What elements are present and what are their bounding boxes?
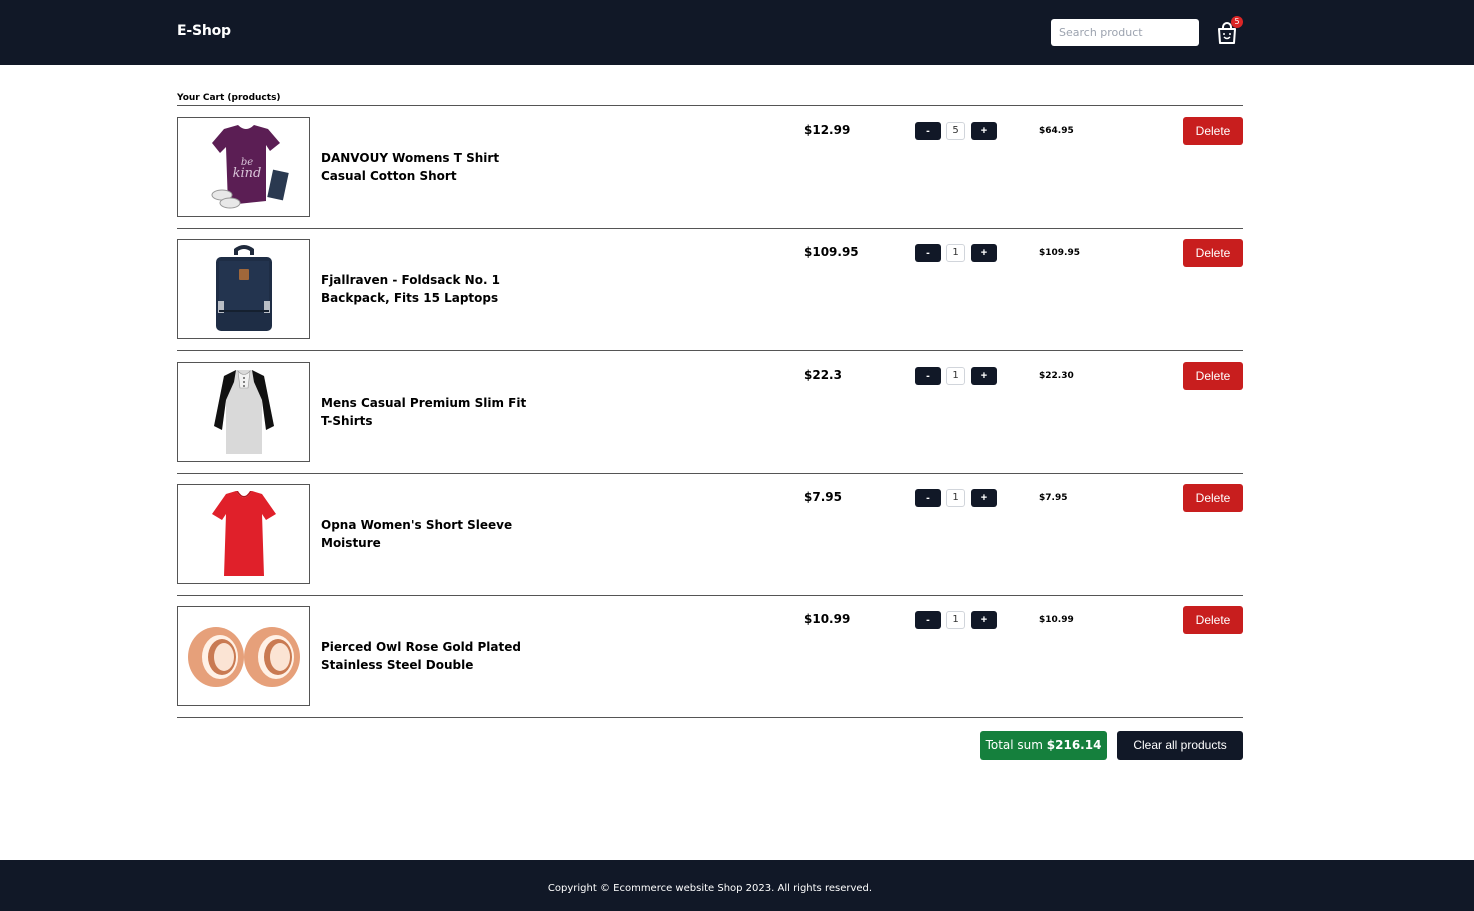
divider	[177, 350, 1243, 351]
quantity-value: 1	[946, 611, 965, 629]
product-price: $12.99	[804, 123, 851, 137]
increase-quantity-button[interactable]: +	[971, 611, 997, 629]
product-image	[177, 362, 310, 462]
delete-button[interactable]: Delete	[1183, 239, 1243, 267]
product-image	[177, 484, 310, 584]
quantity-value: 1	[946, 489, 965, 507]
cart-row: Opna Women's Short Sleeve Moisture $7.95…	[177, 484, 1243, 596]
total-sum-badge: Total sum $216.14	[980, 731, 1107, 760]
delete-button[interactable]: Delete	[1183, 117, 1243, 145]
product-price: $22.3	[804, 368, 842, 382]
cart-row: Pierced Owl Rose Gold Plated Stainless S…	[177, 606, 1243, 718]
svg-text:kind: kind	[232, 166, 261, 181]
divider	[177, 228, 1243, 229]
product-name[interactable]: Opna Women's Short Sleeve Moisture	[321, 516, 536, 552]
divider	[177, 595, 1243, 596]
cart-row: be kind DANVOUY Womens T Shirt Casual Co…	[177, 117, 1243, 229]
delete-button[interactable]: Delete	[1183, 362, 1243, 390]
total-sum-label: Total sum	[985, 738, 1047, 752]
cart-count-badge: 5	[1231, 16, 1243, 28]
red-vneck-image	[211, 491, 276, 576]
product-price: $109.95	[804, 245, 859, 259]
increase-quantity-button[interactable]: +	[971, 367, 997, 385]
decrease-quantity-button[interactable]: -	[915, 611, 941, 629]
brand-logo[interactable]: E-Shop	[177, 23, 231, 39]
increase-quantity-button[interactable]: +	[971, 489, 997, 507]
clear-all-products-button[interactable]: Clear all products	[1117, 731, 1243, 760]
divider	[177, 717, 1243, 718]
product-name[interactable]: Pierced Owl Rose Gold Plated Stainless S…	[321, 638, 536, 674]
product-price: $7.95	[804, 490, 842, 504]
search-input[interactable]	[1051, 19, 1199, 46]
copyright-text: Copyright © Ecommerce website Shop 2023.…	[547, 883, 873, 894]
decrease-quantity-button[interactable]: -	[915, 489, 941, 507]
delete-button[interactable]: Delete	[1183, 484, 1243, 512]
item-subtotal: $64.95	[1039, 126, 1074, 136]
divider	[177, 105, 1243, 106]
decrease-quantity-button[interactable]: -	[915, 244, 941, 262]
product-name[interactable]: Mens Casual Premium Slim Fit T-Shirts	[321, 394, 536, 430]
cart-title: Your Cart (products)	[177, 93, 281, 103]
cart-row: Fjallraven - Foldsack No. 1 Backpack, Fi…	[177, 239, 1243, 351]
item-subtotal: $109.95	[1039, 248, 1080, 258]
decrease-quantity-button[interactable]: -	[915, 122, 941, 140]
purple-tshirt-image: be kind	[211, 125, 289, 209]
product-price: $10.99	[804, 612, 851, 626]
item-subtotal: $22.30	[1039, 371, 1074, 381]
decrease-quantity-button[interactable]: -	[915, 367, 941, 385]
product-image: be kind	[177, 117, 310, 217]
delete-button[interactable]: Delete	[1183, 606, 1243, 634]
cart-row: Mens Casual Premium Slim Fit T-Shirts $2…	[177, 362, 1243, 474]
site-header: E-Shop 5	[0, 0, 1474, 65]
rose-gold-plugs-image	[187, 627, 300, 687]
quantity-value: 5	[946, 122, 965, 140]
total-sum-value: $216.14	[1046, 738, 1102, 752]
product-image	[177, 239, 310, 339]
navy-backpack-image	[215, 245, 272, 331]
site-footer: Copyright © Ecommerce website Shop 2023.…	[0, 860, 1474, 911]
product-image	[177, 606, 310, 706]
quantity-value: 1	[946, 367, 965, 385]
increase-quantity-button[interactable]: +	[971, 244, 997, 262]
increase-quantity-button[interactable]: +	[971, 122, 997, 140]
raglan-shirt-image	[213, 370, 274, 454]
quantity-value: 1	[946, 244, 965, 262]
item-subtotal: $7.95	[1039, 493, 1068, 503]
product-name[interactable]: DANVOUY Womens T Shirt Casual Cotton Sho…	[321, 149, 536, 185]
item-subtotal: $10.99	[1039, 615, 1074, 625]
product-name[interactable]: Fjallraven - Foldsack No. 1 Backpack, Fi…	[321, 271, 536, 307]
divider	[177, 473, 1243, 474]
